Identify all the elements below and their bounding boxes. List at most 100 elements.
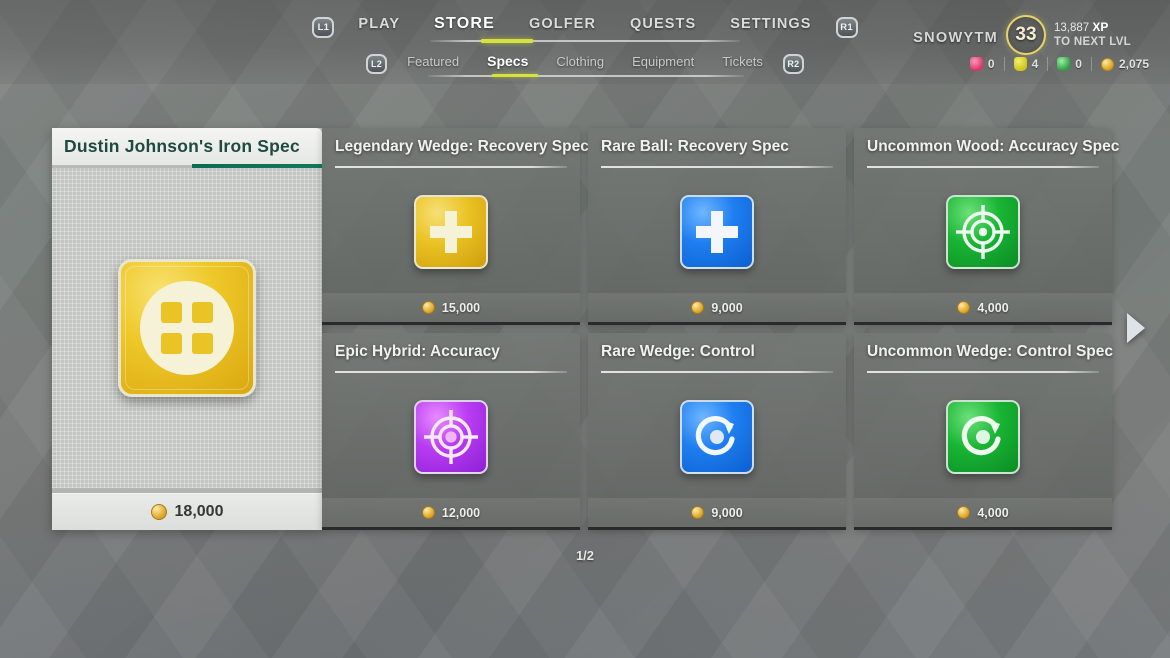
gold-coin-icon <box>150 504 167 520</box>
item-card-icon-wrap <box>588 173 846 291</box>
item-card-price: 4,000 <box>977 300 1009 315</box>
item-card-price: 4,000 <box>977 505 1009 520</box>
item-card-price-bar: 9,000 <box>588 498 846 530</box>
item-card-price: 12,000 <box>441 505 481 520</box>
item-card-title: Rare Wedge: Control <box>601 343 755 360</box>
tab-featured[interactable]: Featured <box>399 53 467 76</box>
plus-cross-icon <box>680 195 754 269</box>
item-card[interactable]: Epic Hybrid: Accuracy 12,000 <box>322 333 580 530</box>
tab-specs[interactable]: Specs <box>479 52 536 76</box>
currency-coins-value: 2,075 <box>1118 57 1149 71</box>
xp-block: 13,887 XP TO NEXT LVL <box>1054 20 1131 49</box>
gold-coin-icon <box>691 506 705 519</box>
circular-arrow-icon <box>680 400 754 474</box>
nav-item-store[interactable]: STORE <box>424 13 505 42</box>
item-card[interactable]: Rare Wedge: Control 9,000 <box>588 333 846 530</box>
tab-clothing[interactable]: Clothing <box>548 53 612 76</box>
currency-yellow: 4 <box>1003 57 1048 71</box>
gold-coin-icon <box>1100 57 1114 71</box>
tab-equipment[interactable]: Equipment <box>624 53 702 76</box>
xp-amount-row: 13,887 XP <box>1054 20 1131 35</box>
item-card-title: Legendary Wedge: Recovery Spec <box>335 138 589 155</box>
yellow-gem-icon <box>1013 57 1027 71</box>
gold-coin-icon <box>421 301 435 314</box>
item-card[interactable]: Uncommon Wood: Accuracy Spec 4,000 <box>854 128 1120 325</box>
item-card-price: 9,000 <box>711 505 743 520</box>
circular-arrow-icon <box>946 400 1020 474</box>
arrow-right-icon[interactable] <box>1127 313 1145 343</box>
nav-item-quests[interactable]: QUESTS <box>620 14 706 41</box>
item-card-divider <box>867 166 1099 168</box>
nav-item-play[interactable]: PLAY <box>348 14 410 41</box>
currency-yellow-value: 4 <box>1031 57 1039 71</box>
player-name: SNOWYTM <box>913 30 998 46</box>
gold-coin-icon <box>691 301 705 314</box>
item-card[interactable]: Legendary Wedge: Recovery Spec 15,000 <box>322 128 589 325</box>
grid-four-squares-icon <box>118 259 256 397</box>
plus-cross-icon <box>414 195 488 269</box>
green-gem-icon <box>1057 57 1071 71</box>
item-card-divider <box>867 371 1099 373</box>
featured-item-body <box>52 168 322 488</box>
item-card-icon-wrap <box>588 378 846 496</box>
featured-item-card[interactable]: Dustin Johnson's Iron Spec 18,000 <box>52 128 322 530</box>
item-card-divider <box>335 371 567 373</box>
item-card-title: Rare Ball: Recovery Spec <box>601 138 789 155</box>
gold-coin-icon <box>957 506 971 519</box>
sub-nav-divider <box>428 75 744 77</box>
currency-coins: 2,075 <box>1090 57 1158 71</box>
item-card-price: 9,000 <box>711 300 743 315</box>
xp-amount: 13,887 <box>1054 22 1090 34</box>
currency-row: 0 4 0 2,075 <box>858 57 1158 71</box>
left-bumper-icon[interactable]: L1 <box>312 17 335 38</box>
item-card-icon-wrap <box>854 173 1112 291</box>
item-card-price-bar: 9,000 <box>588 293 846 325</box>
right-bumper-icon[interactable]: R1 <box>835 17 858 38</box>
item-card-icon-wrap <box>322 173 580 291</box>
item-card-title: Uncommon Wood: Accuracy Spec <box>867 138 1120 155</box>
gold-coin-icon <box>957 301 971 314</box>
xp-unit: XP <box>1092 20 1109 34</box>
crosshair-icon <box>414 400 488 474</box>
crosshair-icon <box>946 195 1020 269</box>
footer-bar: X SELECT BACK MANAGE GOLFERS <box>0 600 1170 658</box>
nav-item-golfer[interactable]: GOLFER <box>519 14 606 41</box>
main-nav-divider <box>430 40 740 42</box>
xp-next-level-label: TO NEXT LVL <box>1054 36 1131 48</box>
item-card-divider <box>601 371 833 373</box>
active-tab-underline <box>481 39 533 43</box>
item-card-price: 15,000 <box>441 300 481 315</box>
item-card-price-bar: 4,000 <box>854 498 1112 530</box>
active-subtab-underline <box>492 74 538 77</box>
currency-green: 0 <box>1047 57 1091 71</box>
item-card[interactable]: Uncommon Wedge: Control Spec 4,000 <box>854 333 1114 530</box>
item-card-divider <box>335 166 567 168</box>
nav-item-settings[interactable]: SETTINGS <box>720 14 821 41</box>
item-card-divider <box>601 166 833 168</box>
item-card-price-bar: 12,000 <box>322 498 580 530</box>
item-card-price-bar: 4,000 <box>854 293 1112 325</box>
currency-green-value: 0 <box>1075 57 1082 71</box>
level-ring: 33 <box>1006 15 1046 55</box>
currency-pink-value: 0 <box>987 57 995 71</box>
featured-item-title: Dustin Johnson's Iron Spec <box>64 136 300 156</box>
player-info-panel: SNOWYTM 33 13,887 XP TO NEXT LVL 0 4 0 2… <box>858 12 1158 74</box>
player-level: 33 <box>1015 24 1037 45</box>
featured-price-value: 18,000 <box>174 503 224 520</box>
featured-title-bar: Dustin Johnson's Iron Spec <box>52 128 322 165</box>
right-trigger-icon[interactable]: R2 <box>782 54 804 74</box>
item-card-title: Epic Hybrid: Accuracy <box>335 343 500 360</box>
item-card-title: Uncommon Wedge: Control Spec <box>867 343 1114 360</box>
pagination-indicator: 1/2 <box>575 548 595 563</box>
currency-pink: 0 <box>961 57 1004 71</box>
gold-coin-icon <box>421 506 435 519</box>
featured-price-bar: 18,000 <box>52 493 322 530</box>
left-trigger-icon[interactable]: L2 <box>366 54 388 74</box>
tab-tickets[interactable]: Tickets <box>714 53 771 76</box>
item-grid: Legendary Wedge: Recovery Spec 15,000 Ra… <box>322 128 1120 530</box>
pink-gem-icon <box>969 57 983 71</box>
item-card-price-bar: 15,000 <box>322 293 580 325</box>
item-card[interactable]: Rare Ball: Recovery Spec 9,000 <box>588 128 846 325</box>
item-card-icon-wrap <box>322 378 580 496</box>
item-card-icon-wrap <box>854 378 1112 496</box>
